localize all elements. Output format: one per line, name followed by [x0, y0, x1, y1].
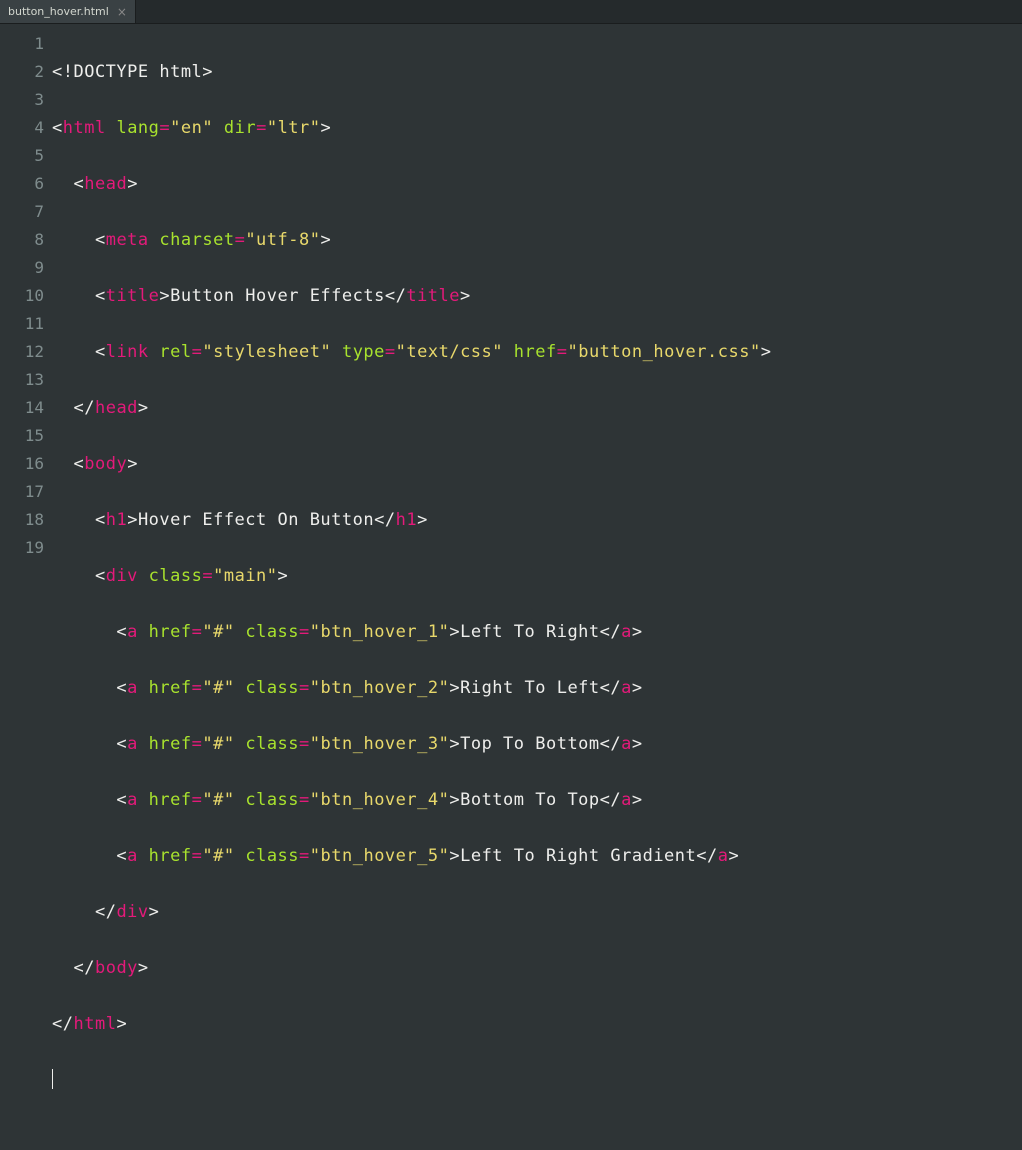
editor: 1 2 3 4 5 6 7 8 9 10 11 12 13 14 15 16 1… [0, 24, 1022, 589]
line-number: 2 [0, 58, 44, 86]
code-line: <h1>Hover Effect On Button</h1> [52, 506, 1022, 534]
code-line: <a href="#" class="btn_hover_5">Left To … [52, 842, 1022, 870]
tab-bar: button_hover.html × [0, 0, 1022, 24]
line-number: 18 [0, 506, 44, 534]
code-line: <html lang="en" dir="ltr"> [52, 114, 1022, 142]
code-area[interactable]: <!DOCTYPE html> <html lang="en" dir="ltr… [52, 24, 1022, 589]
line-number: 17 [0, 478, 44, 506]
code-line: </html> [52, 1010, 1022, 1038]
line-number: 7 [0, 198, 44, 226]
line-number: 10 [0, 282, 44, 310]
tab-file[interactable]: button_hover.html × [0, 0, 136, 23]
line-number: 1 [0, 30, 44, 58]
code-line: </body> [52, 954, 1022, 982]
code-line: <link rel="stylesheet" type="text/css" h… [52, 338, 1022, 366]
code-line: <a href="#" class="btn_hover_3">Top To B… [52, 730, 1022, 758]
line-number: 15 [0, 422, 44, 450]
code-line: </div> [52, 898, 1022, 926]
code-line: <a href="#" class="btn_hover_2">Right To… [52, 674, 1022, 702]
code-line: <a href="#" class="btn_hover_4">Bottom T… [52, 786, 1022, 814]
line-number: 6 [0, 170, 44, 198]
code-line: <body> [52, 450, 1022, 478]
cursor-icon [52, 1069, 53, 1089]
close-icon[interactable]: × [117, 5, 127, 19]
line-number: 4 [0, 114, 44, 142]
line-number: 14 [0, 394, 44, 422]
line-number: 12 [0, 338, 44, 366]
code-line [52, 1066, 1022, 1094]
code-line: <!DOCTYPE html> [52, 58, 1022, 86]
line-number: 13 [0, 366, 44, 394]
code-line: <meta charset="utf-8"> [52, 226, 1022, 254]
line-number: 3 [0, 86, 44, 114]
line-number: 9 [0, 254, 44, 282]
line-gutter: 1 2 3 4 5 6 7 8 9 10 11 12 13 14 15 16 1… [0, 24, 52, 589]
line-number: 11 [0, 310, 44, 338]
line-number: 19 [0, 534, 44, 562]
code-line: <div class="main"> [52, 562, 1022, 590]
line-number: 8 [0, 226, 44, 254]
line-number: 16 [0, 450, 44, 478]
code-line: <title>Button Hover Effects</title> [52, 282, 1022, 310]
line-number: 5 [0, 142, 44, 170]
code-line: </head> [52, 394, 1022, 422]
tab-title: button_hover.html [8, 5, 109, 18]
code-line: <head> [52, 170, 1022, 198]
code-line: <a href="#" class="btn_hover_1">Left To … [52, 618, 1022, 646]
